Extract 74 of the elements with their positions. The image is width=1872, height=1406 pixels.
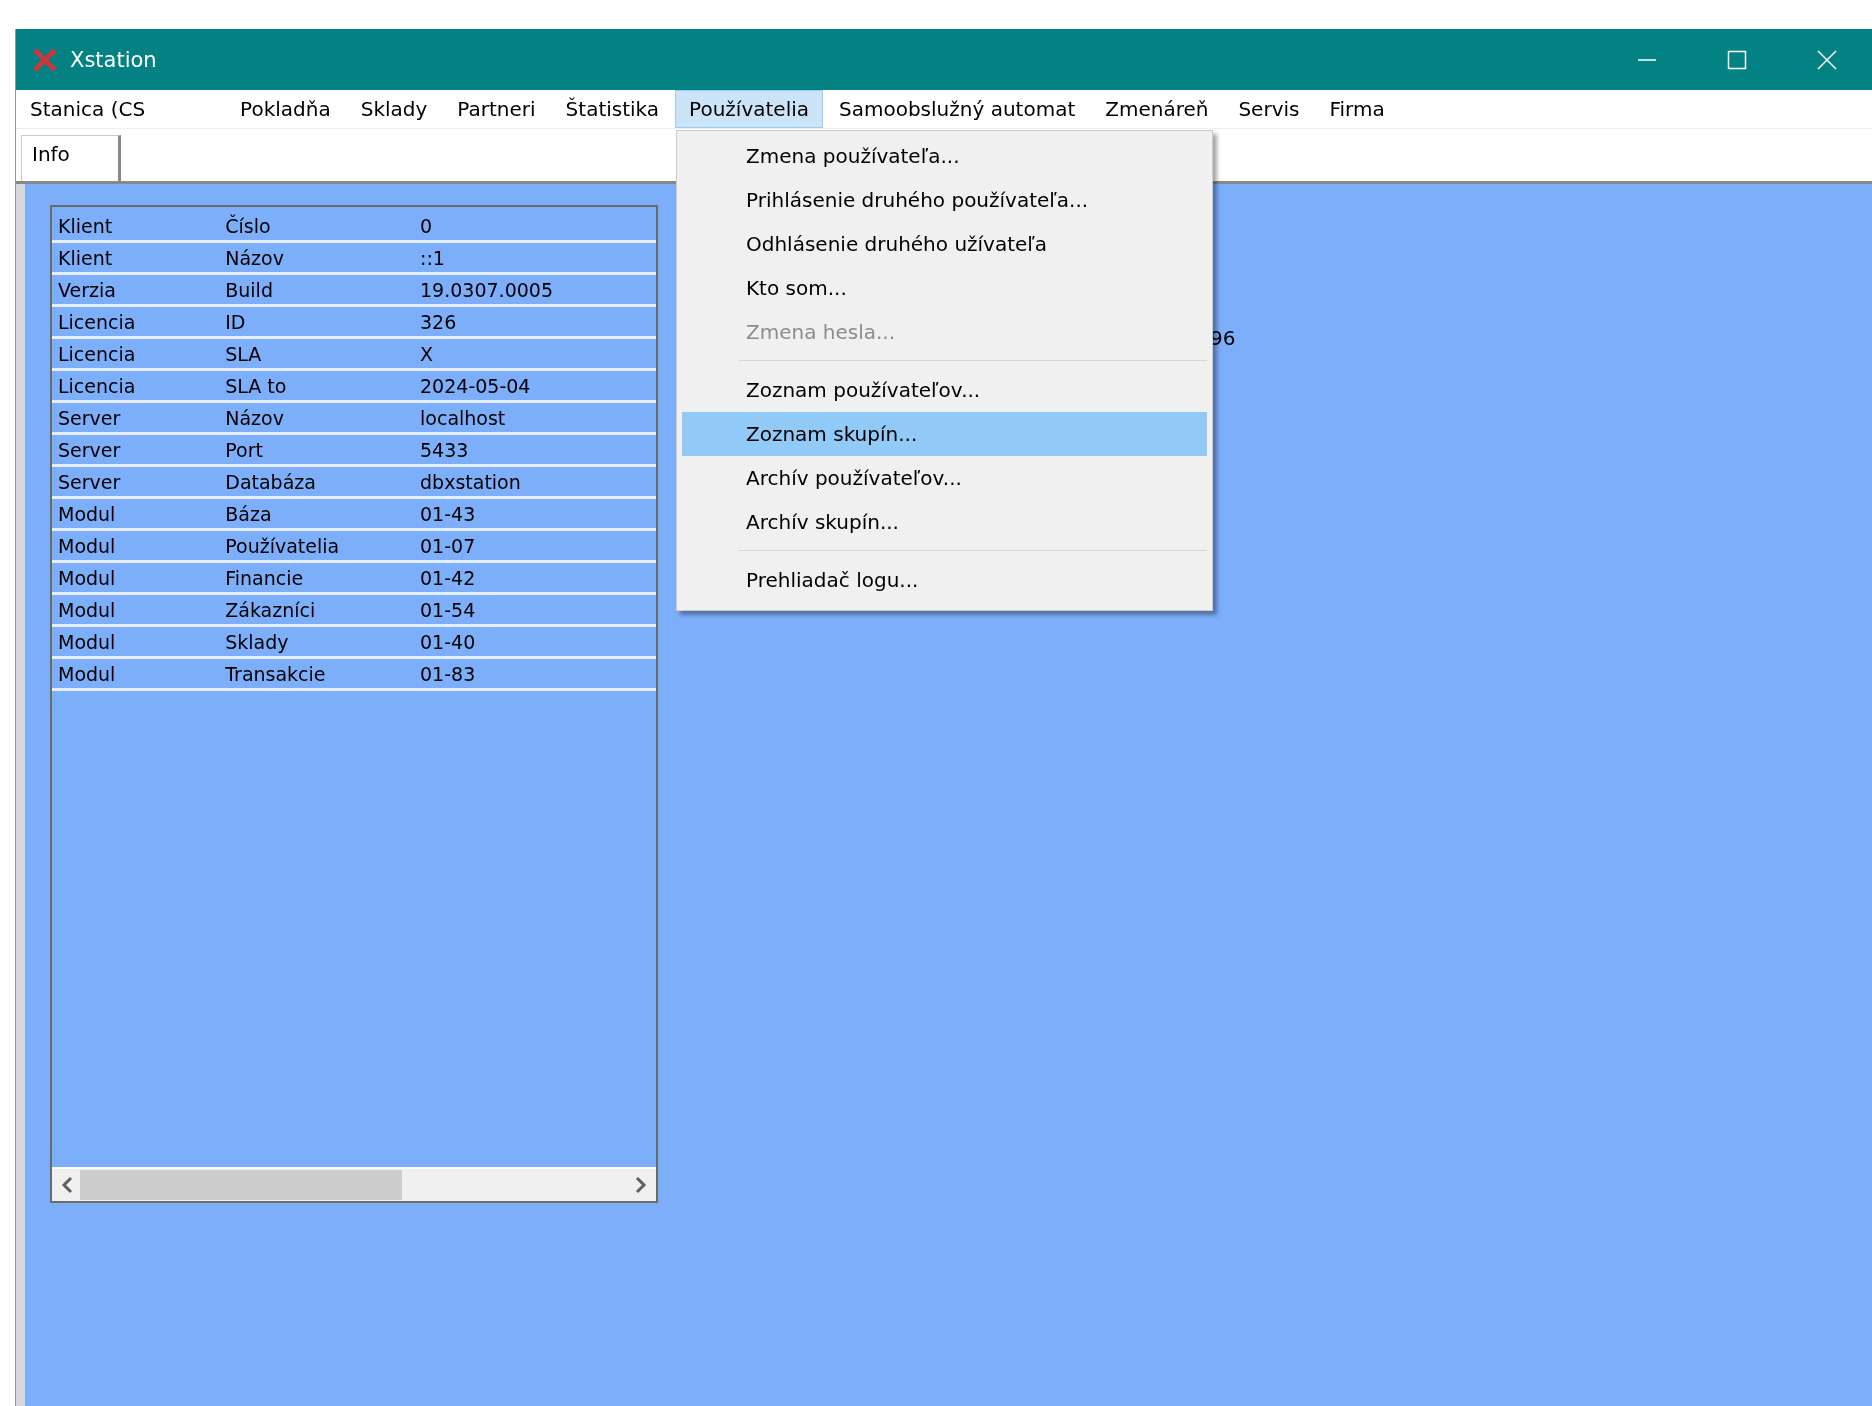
table-cell-text: 01-42 bbox=[419, 566, 477, 589]
table-cell-text: Sklady bbox=[224, 630, 290, 653]
dropdown-item[interactable]: Prihlásenie druhého používateľa... bbox=[682, 178, 1207, 222]
table-cell-text: Databáza bbox=[224, 470, 317, 493]
table-cell-text: Modul bbox=[57, 598, 117, 621]
table-cell-text: Názov bbox=[224, 406, 285, 429]
dropdown-item[interactable]: Zmena používateľa... bbox=[682, 134, 1207, 178]
table-cell-text: localhost bbox=[419, 406, 507, 429]
menu-item[interactable]: Samoobslužný automat bbox=[825, 90, 1090, 128]
table-cell-text: 01-54 bbox=[419, 598, 477, 621]
table-cell-text: 0 bbox=[419, 214, 434, 237]
menu-item[interactable]: Servis bbox=[1224, 90, 1314, 128]
table-cell-text: 01-07 bbox=[419, 534, 477, 557]
table-cell-text: Modul bbox=[57, 662, 117, 685]
dropdown-item[interactable]: Archív skupín... bbox=[682, 500, 1207, 544]
table-cell-text: ID bbox=[224, 310, 247, 333]
tab[interactable]: Info bbox=[21, 135, 121, 181]
window-title: Xstation bbox=[70, 47, 158, 72]
table-cell-text: Licencia bbox=[57, 342, 137, 365]
table-cell-text: 326 bbox=[419, 310, 458, 333]
table-cell-text: Modul bbox=[57, 630, 117, 653]
table-cell-text: Licencia bbox=[57, 374, 137, 397]
table-cell-text: dbxstation bbox=[419, 470, 522, 493]
dropdown-item[interactable]: Prehliadač logu... bbox=[682, 558, 1207, 602]
table-cell-text: Klient bbox=[57, 214, 114, 237]
table-cell-text: Server bbox=[57, 406, 122, 429]
table-cell-text: Server bbox=[57, 438, 122, 461]
table-cell-text: Financie bbox=[224, 566, 305, 589]
table-cell-text: Používatelia bbox=[224, 534, 341, 557]
menu-item[interactable]: Používatelia bbox=[675, 90, 823, 128]
table-cell-text: SLA bbox=[224, 342, 263, 365]
menu-item[interactable]: Partneri bbox=[443, 90, 550, 128]
table-cell-text: 01-43 bbox=[419, 502, 477, 525]
table-cell-text: ::1 bbox=[419, 246, 446, 269]
table-cell-text: 01-83 bbox=[419, 662, 477, 685]
scroll-left-icon[interactable] bbox=[60, 1176, 74, 1194]
table-cell-text: Port bbox=[224, 438, 264, 461]
table-cell-text: Build bbox=[224, 278, 274, 301]
table-cell-text: Klient bbox=[57, 246, 114, 269]
table-cell-text: 2024-05-04 bbox=[419, 374, 532, 397]
table-cell-text: Server bbox=[57, 470, 122, 493]
table-cell-text: Názov bbox=[224, 246, 285, 269]
table-cell-text: Zákazníci bbox=[224, 598, 317, 621]
close-icon bbox=[1817, 49, 1837, 70]
minimize-icon bbox=[1637, 58, 1657, 61]
menu-item[interactable]: Stanica (CS bbox=[16, 90, 225, 128]
menu-item[interactable]: Zmenáreň bbox=[1091, 90, 1223, 128]
table-cell-text: X bbox=[419, 342, 435, 365]
dropdown-item[interactable]: Zoznam používateľov... bbox=[682, 368, 1207, 412]
table-cell-text: 19.0307.0005 bbox=[419, 278, 554, 301]
maximize-icon bbox=[1727, 49, 1747, 70]
table-cell-text: Číslo bbox=[224, 214, 272, 237]
cross-icon bbox=[32, 46, 58, 73]
table-cell-text: Báza bbox=[224, 502, 273, 525]
table-cell-text: 01-40 bbox=[419, 630, 477, 653]
horizontal-scrollbar[interactable] bbox=[52, 1167, 656, 1201]
scrollbar-thumb[interactable] bbox=[80, 1170, 402, 1200]
dropdown-item[interactable]: Odhlásenie druhého užívateľa bbox=[682, 222, 1207, 266]
menu-item[interactable]: Štatistika bbox=[551, 90, 674, 128]
table-cell-text: Modul bbox=[57, 502, 117, 525]
table-cell-text: Modul bbox=[57, 566, 117, 589]
dropdown-item[interactable]: Zoznam skupín... bbox=[682, 412, 1207, 456]
menu-item[interactable]: Firma bbox=[1315, 90, 1399, 128]
table-cell-text: 5433 bbox=[419, 438, 470, 461]
table-cell-text: Licencia bbox=[57, 310, 137, 333]
table-cell-text: Modul bbox=[57, 534, 117, 557]
menu-item[interactable]: Sklady bbox=[346, 90, 442, 128]
scroll-right-icon[interactable] bbox=[634, 1176, 648, 1194]
dropdown-item[interactable]: Kto som... bbox=[682, 266, 1207, 310]
table-cell-text: SLA to bbox=[224, 374, 288, 397]
table-cell-text: Verzia bbox=[57, 278, 117, 301]
table-cell-text: Transakcie bbox=[224, 662, 327, 685]
menu-item[interactable]: Pokladňa bbox=[226, 90, 345, 128]
dropdown-item[interactable]: Archív používateľov... bbox=[682, 456, 1207, 500]
